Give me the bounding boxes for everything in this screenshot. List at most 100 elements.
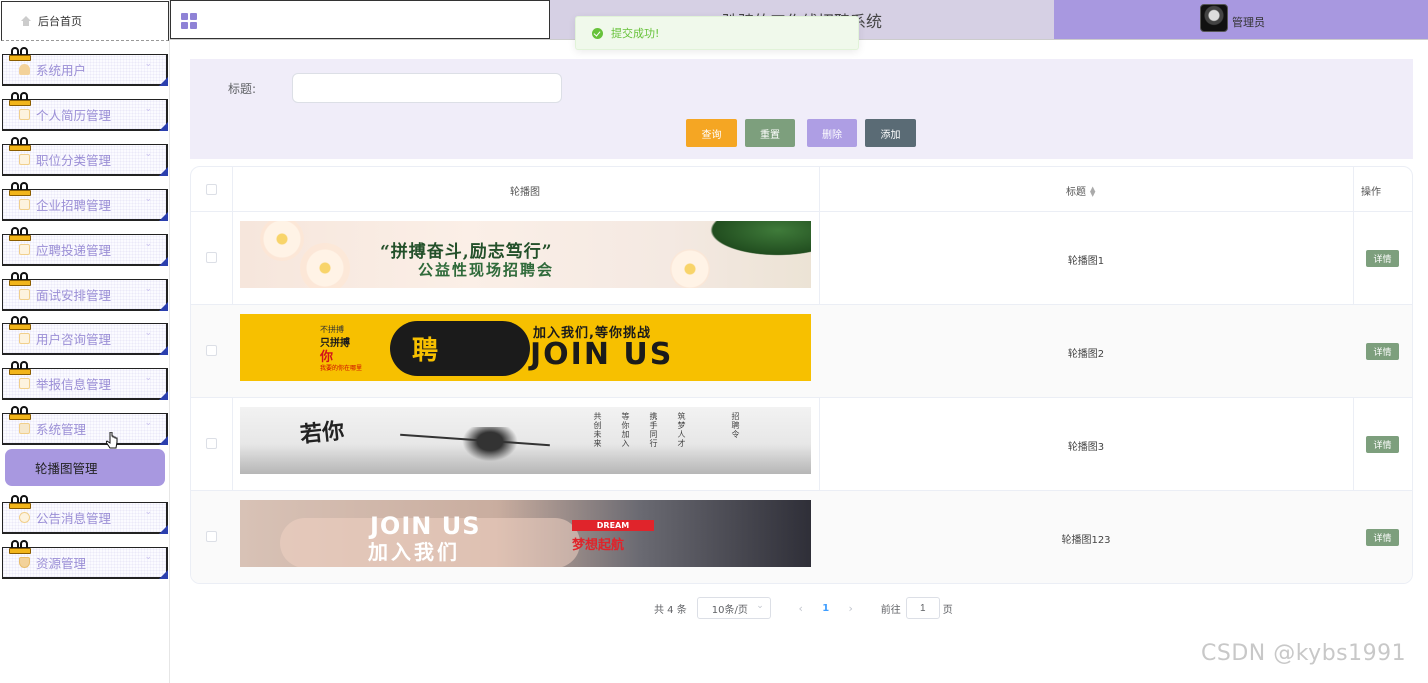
prev-page-button[interactable]: ‹ [791,602,811,615]
detail-button[interactable]: 详情 [1366,529,1399,546]
chevron-down-icon: ⌄ [756,601,764,611]
mouse-cursor-icon [106,432,118,449]
sidebar-subitem-carousel[interactable]: 轮播图管理 [5,449,165,486]
sidebar: 后台首页 系统用户 ⌄ 个人简历管理 ⌄ 职位分类管理 ⌄ 企业招聘管理 ⌄ 应聘投递管理 ⌄ 面试… [0,0,170,683]
banner-text: JOIN US [530,337,674,372]
sidebar-item-label: 企业招聘管理 [36,198,112,213]
sidebar-item-label: 系统管理 [36,422,87,437]
sidebar-item-label: 用户咨询管理 [36,332,112,347]
corner-fold-icon [159,122,168,131]
page-size-value: 10条/页 [711,604,748,616]
banner-text: 梦想起航 [572,538,625,553]
corner-fold-icon [159,257,168,266]
row-title: 轮播图2 [1067,349,1105,360]
user-name: 管理员 [1232,16,1265,29]
top-bar-left [170,0,550,39]
sidebar-item[interactable]: 职位分类管理 ⌄ [2,137,168,176]
home-label: 后台首页 [38,15,82,28]
corner-fold-icon [159,570,168,579]
detail-button[interactable]: 详情 [1366,436,1399,453]
banner-text: 共创未来 [593,412,602,448]
row-title: 轮播图3 [1067,442,1105,453]
binder-clip-icon [9,540,31,556]
sidebar-item[interactable]: 举报信息管理 ⌄ [2,361,168,400]
user-icon [19,64,30,75]
document-icon [19,244,30,255]
detail-button[interactable]: 详情 [1366,250,1399,267]
corner-fold-icon [159,346,168,355]
row-checkbox[interactable] [206,252,217,263]
query-button[interactable]: 查询 [686,119,737,147]
binder-clip-icon [9,316,31,332]
sidebar-item-label: 职位分类管理 [36,153,112,168]
document-icon [19,199,30,210]
table-row: “拼搏奋斗,励志笃行” 公益性现场招聘会 轮播图1 详情 [191,212,1412,305]
avatar[interactable] [1200,4,1228,32]
chevron-down-icon: ⌄ [144,507,152,517]
delete-button[interactable]: 删除 [807,119,857,147]
sidebar-item[interactable]: 个人简历管理 ⌄ [2,92,168,131]
corner-fold-icon [159,167,168,176]
title-search-input[interactable] [292,73,562,103]
detail-button[interactable]: 详情 [1366,343,1399,360]
sidebar-item[interactable]: 系统用户 ⌄ [2,47,168,86]
reset-button[interactable]: 重置 [745,119,795,147]
sort-icon[interactable]: ▲ ▼ [1090,186,1095,198]
pagination-total: 共 4 条 [654,604,687,616]
document-icon [19,154,30,165]
row-checkbox[interactable] [206,345,217,356]
chevron-down-icon: ⌄ [144,104,152,114]
next-page-button[interactable]: › [841,602,861,615]
row-title: 轮播图123 [1061,535,1111,546]
sidebar-item[interactable]: 企业招聘管理 ⌄ [2,182,168,221]
sidebar-item[interactable]: 用户咨询管理 ⌄ [2,316,168,355]
column-header-action: 操作 [1361,187,1381,198]
watermark: CSDN @kybs1991 [1201,641,1407,666]
user-area[interactable]: 管理员 [1054,0,1428,39]
chevron-down-icon: ⌄ [144,373,152,383]
binder-clip-icon [9,47,31,63]
chevron-down-icon: ⌄ [144,149,152,159]
binder-clip-icon [9,495,31,511]
menu-grid-icon[interactable] [181,13,197,29]
binder-clip-icon [9,92,31,108]
settings-icon [19,423,30,434]
row-checkbox[interactable] [206,438,217,449]
row-checkbox[interactable] [206,531,217,542]
page-number[interactable]: 1 [817,603,835,614]
sidebar-item[interactable]: 公告消息管理 ⌄ [2,495,168,534]
table-row: 不拼搏 只拼搏 你 我要的你在哪里 聘 加入我们,等你挑战 JOIN US 轮播… [191,305,1412,398]
goto-label: 前往 [880,604,901,616]
sidebar-item[interactable]: 系统管理 ⌄ [2,406,168,445]
binder-clip-icon [9,227,31,243]
sidebar-item[interactable]: 资源管理 ⌄ [2,540,168,579]
banner-text: 聘 [412,336,439,366]
row-title: 轮播图1 [1067,256,1105,267]
shield-icon [19,557,30,568]
chevron-down-icon: ⌄ [144,59,152,69]
banner-text: 招聘令 [731,412,740,439]
goto-page-input[interactable] [905,597,940,619]
column-header-title[interactable]: 标题 ▲ ▼ [1066,183,1095,199]
sidebar-item[interactable]: 面试安排管理 ⌄ [2,272,168,311]
sidebar-item-label: 个人简历管理 [36,108,112,123]
page-size-select[interactable]: 10条/页 ⌄ [696,597,771,619]
title-filter-label: 标题: [228,82,257,96]
sidebar-subitem-label: 轮播图管理 [35,461,98,476]
select-all-checkbox[interactable] [206,184,217,195]
carousel-image: 不拼搏 只拼搏 你 我要的你在哪里 聘 加入我们,等你挑战 JOIN US [240,314,811,381]
chevron-down-icon: ⌄ [144,328,152,338]
goto-suffix: 页 [942,604,953,616]
corner-fold-icon [159,212,168,221]
sidebar-home-link[interactable]: 后台首页 [1,1,169,41]
table-header: 轮播图 标题 ▲ ▼ 操作 [191,167,1412,212]
sidebar-item[interactable]: 应聘投递管理 ⌄ [2,227,168,266]
carousel-image: JOIN US 加入我们 DREAM 梦想起航 [240,500,811,567]
sidebar-item-label: 资源管理 [36,556,87,571]
binder-clip-icon [9,137,31,153]
sidebar-item-label: 举报信息管理 [36,377,112,392]
sidebar-item-label: 面试安排管理 [36,288,112,303]
add-button[interactable]: 添加 [865,119,916,147]
table-row: JOIN US 加入我们 DREAM 梦想起航 轮播图123 详情 [191,491,1412,583]
binder-clip-icon [9,361,31,377]
